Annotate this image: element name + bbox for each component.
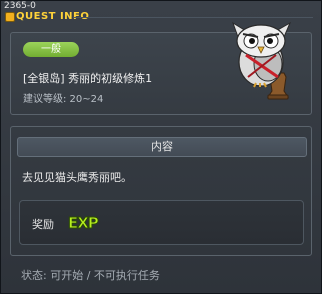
quest-status: 状态: 可开始 / 不可执行任务 bbox=[21, 269, 160, 282]
reward-box: 奖励 EXP bbox=[19, 200, 304, 245]
quest-info-window: 2365-0 QUEST INFO 一般 [全银岛] 秀丽的初级修炼1 建议等级… bbox=[0, 0, 322, 294]
level-requirement: 建议等级: 20~24 bbox=[23, 94, 104, 105]
category-badge: 一般 bbox=[23, 42, 79, 57]
exp-icon: EXP bbox=[68, 214, 100, 232]
quest-icon bbox=[5, 12, 15, 22]
reward-label: 奖励 bbox=[32, 218, 54, 231]
owl-npc-icon bbox=[232, 21, 292, 100]
quest-name: [全银岛] 秀丽的初级修炼1 bbox=[23, 72, 153, 85]
quest-description: 去见见猫头鹰秀丽吧。 bbox=[22, 171, 132, 184]
content-header: 内容 bbox=[17, 137, 307, 157]
